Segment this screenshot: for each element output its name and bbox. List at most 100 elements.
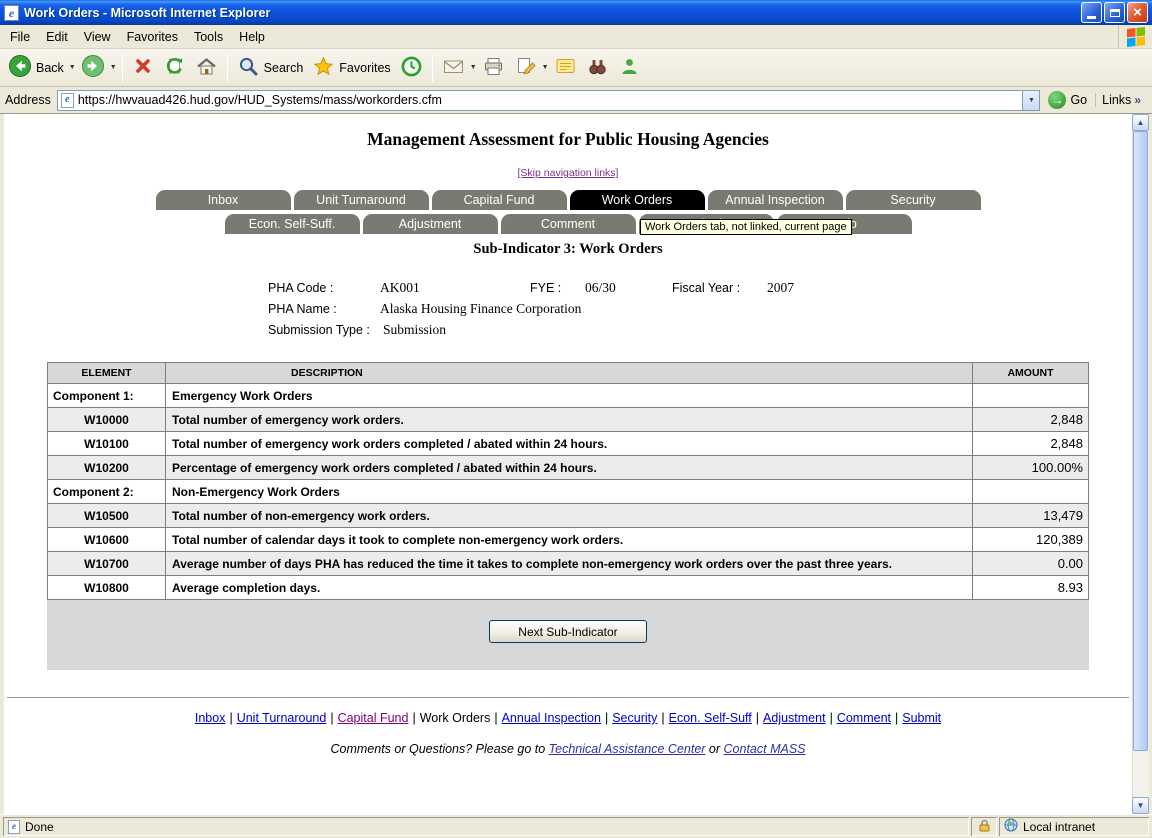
status-pane-zone: Local intranet	[999, 817, 1149, 836]
tab-comment[interactable]: Comment	[501, 214, 636, 234]
fye-value: 06/30	[585, 280, 616, 296]
minimize-button[interactable]	[1081, 2, 1102, 23]
document-icon: e	[8, 820, 20, 834]
menu-view[interactable]: View	[76, 27, 119, 47]
edit-button[interactable]	[510, 53, 541, 83]
binoculars-icon	[586, 55, 609, 81]
search-icon	[237, 55, 260, 81]
address-input[interactable]	[78, 93, 1023, 107]
discuss-button[interactable]	[550, 53, 581, 83]
tab-annual-inspection[interactable]: Annual Inspection	[708, 190, 843, 210]
pha-name-label: PHA Name :	[268, 302, 337, 316]
menu-edit[interactable]: Edit	[38, 27, 76, 47]
description-cell: Total number of emergency work orders.	[166, 408, 973, 432]
favorites-label: Favorites	[339, 61, 390, 75]
contact-mass-link[interactable]: Contact MASS	[724, 742, 806, 756]
close-button[interactable]: ×	[1127, 2, 1148, 23]
lock-icon	[979, 819, 990, 835]
scroll-up-icon[interactable]: ▲	[1132, 114, 1149, 131]
pha-name-value: Alaska Housing Finance Corporation	[380, 301, 581, 317]
sub-indicator-heading: Sub-Indicator 3: Work Orders	[4, 241, 1132, 258]
toolbar-separator	[122, 54, 123, 82]
menu-favorites[interactable]: Favorites	[119, 27, 186, 47]
scrollbar-track[interactable]	[1132, 131, 1149, 797]
note-or: or	[705, 742, 723, 756]
footer-link-submit[interactable]: Submit	[902, 711, 941, 725]
tab-adjustment[interactable]: Adjustment	[363, 214, 498, 234]
footer-link-security[interactable]: Security	[612, 711, 657, 725]
footer-link-econ-self-suff[interactable]: Econ. Self-Suff	[669, 711, 752, 725]
back-button[interactable]: Back	[4, 52, 68, 83]
menu-file[interactable]: File	[2, 27, 38, 47]
table-row: W10000 Total number of emergency work or…	[48, 408, 1089, 432]
scroll-down-icon[interactable]: ▼	[1132, 797, 1149, 814]
print-button[interactable]	[478, 53, 509, 83]
maximize-button[interactable]	[1104, 2, 1125, 23]
back-dropdown-icon[interactable]: ▼	[69, 64, 76, 71]
technical-assistance-center-link[interactable]: Technical Assistance Center	[549, 742, 706, 756]
address-dropdown-icon[interactable]: ▼	[1022, 91, 1039, 110]
description-cell: Non-Emergency Work Orders	[166, 480, 973, 504]
ie-window: e Work Orders - Microsoft Internet Explo…	[0, 0, 1152, 838]
mail-button[interactable]	[438, 53, 469, 83]
go-button[interactable]: → Go	[1046, 91, 1089, 109]
page-content: Management Assessment for Public Housing…	[4, 114, 1132, 814]
element-header: ELEMENT	[48, 363, 166, 384]
tab-inbox[interactable]: Inbox	[156, 190, 291, 210]
search-button[interactable]: Search	[233, 53, 308, 83]
tab-security[interactable]: Security	[846, 190, 981, 210]
element-cell: W10100	[48, 432, 166, 456]
pha-code-value: AK001	[380, 280, 420, 296]
address-field: e ▼	[57, 90, 1041, 111]
footer-link-capital-fund[interactable]: Capital Fund	[338, 711, 409, 725]
research-button[interactable]	[582, 53, 613, 83]
footer-link-unit-turnaround[interactable]: Unit Turnaround	[237, 711, 327, 725]
next-sub-indicator-button[interactable]: Next Sub-Indicator	[489, 620, 647, 643]
element-cell: Component 2:	[48, 480, 166, 504]
mail-dropdown-icon[interactable]: ▼	[470, 64, 477, 71]
refresh-button[interactable]	[159, 53, 190, 83]
history-button[interactable]	[396, 53, 427, 83]
amount-cell	[973, 384, 1089, 408]
footer-link-inbox[interactable]: Inbox	[195, 711, 226, 725]
description-cell: Emergency Work Orders	[166, 384, 973, 408]
messenger-button[interactable]	[614, 53, 645, 83]
fye-label: FYE :	[530, 281, 561, 295]
tab-capital-fund[interactable]: Capital Fund	[432, 190, 567, 210]
element-cell: W10800	[48, 576, 166, 600]
skip-navigation-link[interactable]: [Skip navigation links]	[518, 167, 619, 179]
element-cell: W10500	[48, 504, 166, 528]
home-button[interactable]	[191, 53, 222, 83]
menu-help[interactable]: Help	[231, 27, 273, 47]
scrollbar-thumb[interactable]	[1133, 131, 1148, 751]
footer-link-annual-inspection[interactable]: Annual Inspection	[502, 711, 601, 725]
discuss-note-icon	[554, 55, 577, 81]
window-title: Work Orders - Microsoft Internet Explore…	[24, 6, 1076, 20]
amount-cell: 0.00	[973, 552, 1089, 576]
menu-tools[interactable]: Tools	[186, 27, 231, 47]
zone-label: Local intranet	[1023, 820, 1095, 834]
table-row: W10800 Average completion days. 8.93	[48, 576, 1089, 600]
footer-link-comment[interactable]: Comment	[837, 711, 891, 725]
description-cell: Average number of days PHA has reduced t…	[166, 552, 973, 576]
tab-econ-self-suff[interactable]: Econ. Self-Suff.	[225, 214, 360, 234]
links-toolbar[interactable]: Links »	[1095, 93, 1147, 107]
footer-link-adjustment[interactable]: Adjustment	[763, 711, 826, 725]
stop-button[interactable]	[128, 53, 158, 82]
element-cell: W10000	[48, 408, 166, 432]
globe-icon	[1004, 818, 1018, 835]
element-cell: W10700	[48, 552, 166, 576]
edit-dropdown-icon[interactable]: ▼	[542, 64, 549, 71]
description-cell: Total number of emergency work orders co…	[166, 432, 973, 456]
forward-dropdown-icon[interactable]: ▼	[110, 64, 117, 71]
tab-unit-turnaround[interactable]: Unit Turnaround	[294, 190, 429, 210]
back-label: Back	[36, 61, 64, 75]
forward-icon	[81, 54, 105, 81]
print-icon	[482, 55, 505, 81]
note-prefix: Comments or Questions? Please go to	[330, 742, 548, 756]
tab-work-orders[interactable]: Work Orders	[570, 190, 705, 210]
vertical-scrollbar[interactable]: ▲ ▼	[1132, 114, 1149, 814]
forward-button[interactable]	[77, 52, 109, 83]
work-orders-table: ELEMENT DESCRIPTION AMOUNT Component 1: …	[47, 362, 1089, 600]
favorites-button[interactable]: Favorites	[308, 53, 394, 83]
